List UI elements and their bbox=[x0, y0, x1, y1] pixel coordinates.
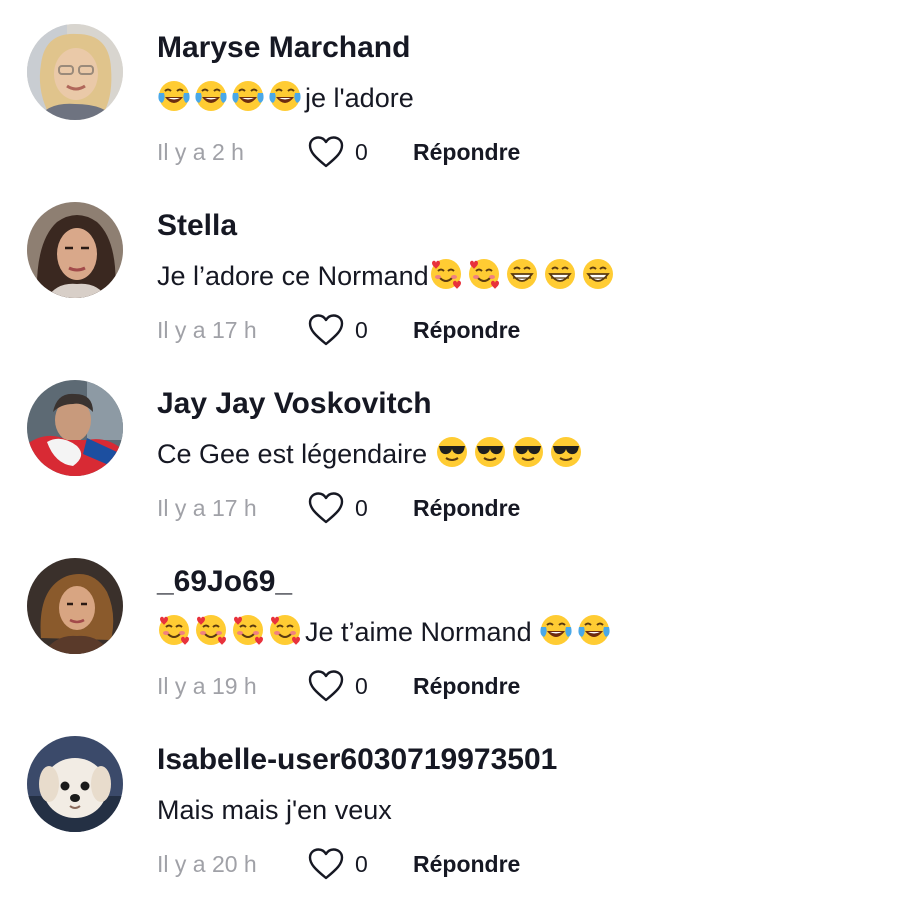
face-with-tears-of-joy-icon bbox=[157, 79, 191, 113]
smiling-face-with-hearts-icon bbox=[429, 257, 463, 291]
grinning-face-icon bbox=[505, 257, 539, 291]
comment-text-body: Ce Gee est légendaire bbox=[157, 439, 435, 469]
comment-meta: Il y a 17 h 0 Répondre bbox=[157, 488, 520, 528]
comment-meta: Il y a 17 h 0 Répondre bbox=[157, 310, 520, 350]
sunglasses-face-icon bbox=[549, 435, 583, 469]
grinning-face-icon bbox=[581, 257, 615, 291]
comment-timestamp: Il y a 20 h bbox=[157, 850, 257, 877]
comment-timestamp: Il y a 17 h bbox=[157, 316, 257, 343]
heart-outline-icon bbox=[308, 492, 344, 524]
like-count: 0 bbox=[355, 494, 368, 521]
comment-item: Jay Jay Voskovitch Ce Gee est légendaire… bbox=[0, 356, 904, 534]
smiling-face-with-hearts-icon bbox=[268, 613, 302, 647]
comment-text: Mais mais j'en veux bbox=[157, 790, 392, 830]
smiling-face-with-hearts-icon bbox=[157, 613, 191, 647]
comment-text: Je l’adore ce Normand bbox=[157, 256, 619, 296]
comment-username[interactable]: Maryse Marchand bbox=[157, 28, 410, 68]
comment-username[interactable]: Jay Jay Voskovitch bbox=[157, 384, 432, 424]
avatar[interactable] bbox=[27, 558, 123, 654]
smiling-face-with-hearts-icon bbox=[467, 257, 501, 291]
reply-button[interactable]: Répondre bbox=[413, 495, 520, 522]
avatar[interactable] bbox=[27, 202, 123, 298]
comment-meta: Il y a 20 h 0 Répondre bbox=[157, 844, 520, 884]
reply-button[interactable]: Répondre bbox=[413, 851, 520, 878]
comment-text-body: je l'adore bbox=[305, 83, 414, 113]
sunglasses-face-icon bbox=[473, 435, 507, 469]
comment-text: Ce Gee est légendaire bbox=[157, 434, 587, 474]
comment-username[interactable]: Isabelle-user6030719973501 bbox=[157, 740, 557, 780]
face-with-tears-of-joy-icon bbox=[268, 79, 302, 113]
comment-item: Isabelle-user6030719973501 Mais mais j'e… bbox=[0, 712, 904, 890]
comment-meta: Il y a 2 h 0 Répondre bbox=[157, 132, 520, 172]
comment-timestamp: Il y a 17 h bbox=[157, 494, 257, 521]
like-button[interactable]: 0 bbox=[307, 669, 413, 703]
comment-item: Stella Je l’adore ce Normand Il y a 17 h… bbox=[0, 178, 904, 356]
like-count: 0 bbox=[355, 138, 368, 165]
comment-text: Je t’aime Normand bbox=[157, 612, 615, 652]
reply-button[interactable]: Répondre bbox=[413, 673, 520, 700]
comment-username[interactable]: _69Jo69_ bbox=[157, 562, 292, 602]
like-button[interactable]: 0 bbox=[307, 313, 413, 347]
avatar[interactable] bbox=[27, 24, 123, 120]
comment-username[interactable]: Stella bbox=[157, 206, 237, 246]
like-button[interactable]: 0 bbox=[307, 847, 413, 881]
like-button[interactable]: 0 bbox=[307, 491, 413, 525]
avatar[interactable] bbox=[27, 736, 123, 832]
comment-list: Maryse Marchand je l'adore Il y a 2 h 0 … bbox=[0, 0, 904, 904]
like-count: 0 bbox=[355, 316, 368, 343]
avatar[interactable] bbox=[27, 380, 123, 476]
like-count: 0 bbox=[355, 850, 368, 877]
grinning-face-icon bbox=[543, 257, 577, 291]
sunglasses-face-icon bbox=[511, 435, 545, 469]
smiling-face-with-hearts-icon bbox=[194, 613, 228, 647]
comment-timestamp: Il y a 2 h bbox=[157, 138, 244, 165]
comment-item: Maryse Marchand je l'adore Il y a 2 h 0 … bbox=[0, 0, 904, 178]
heart-outline-icon bbox=[308, 136, 344, 168]
face-with-tears-of-joy-icon bbox=[577, 613, 611, 647]
heart-outline-icon bbox=[308, 670, 344, 702]
reply-button[interactable]: Répondre bbox=[413, 317, 520, 344]
face-with-tears-of-joy-icon bbox=[194, 79, 228, 113]
comment-timestamp: Il y a 19 h bbox=[157, 672, 257, 699]
sunglasses-face-icon bbox=[435, 435, 469, 469]
comment-item: _69Jo69_ Je t’aime Normand Il y a 19 h 0… bbox=[0, 534, 904, 712]
comment-text: je l'adore bbox=[157, 78, 414, 118]
comment-text-body: Je l’adore ce Normand bbox=[157, 261, 429, 291]
face-with-tears-of-joy-icon bbox=[231, 79, 265, 113]
like-button[interactable]: 0 bbox=[307, 135, 413, 169]
comment-meta: Il y a 19 h 0 Répondre bbox=[157, 666, 520, 706]
smiling-face-with-hearts-icon bbox=[231, 613, 265, 647]
heart-outline-icon bbox=[308, 848, 344, 880]
comment-text-body: Je t’aime Normand bbox=[305, 617, 540, 647]
comment-text-body: Mais mais j'en veux bbox=[157, 795, 392, 825]
face-with-tears-of-joy-icon bbox=[539, 613, 573, 647]
like-count: 0 bbox=[355, 672, 368, 699]
reply-button[interactable]: Répondre bbox=[413, 139, 520, 166]
heart-outline-icon bbox=[308, 314, 344, 346]
